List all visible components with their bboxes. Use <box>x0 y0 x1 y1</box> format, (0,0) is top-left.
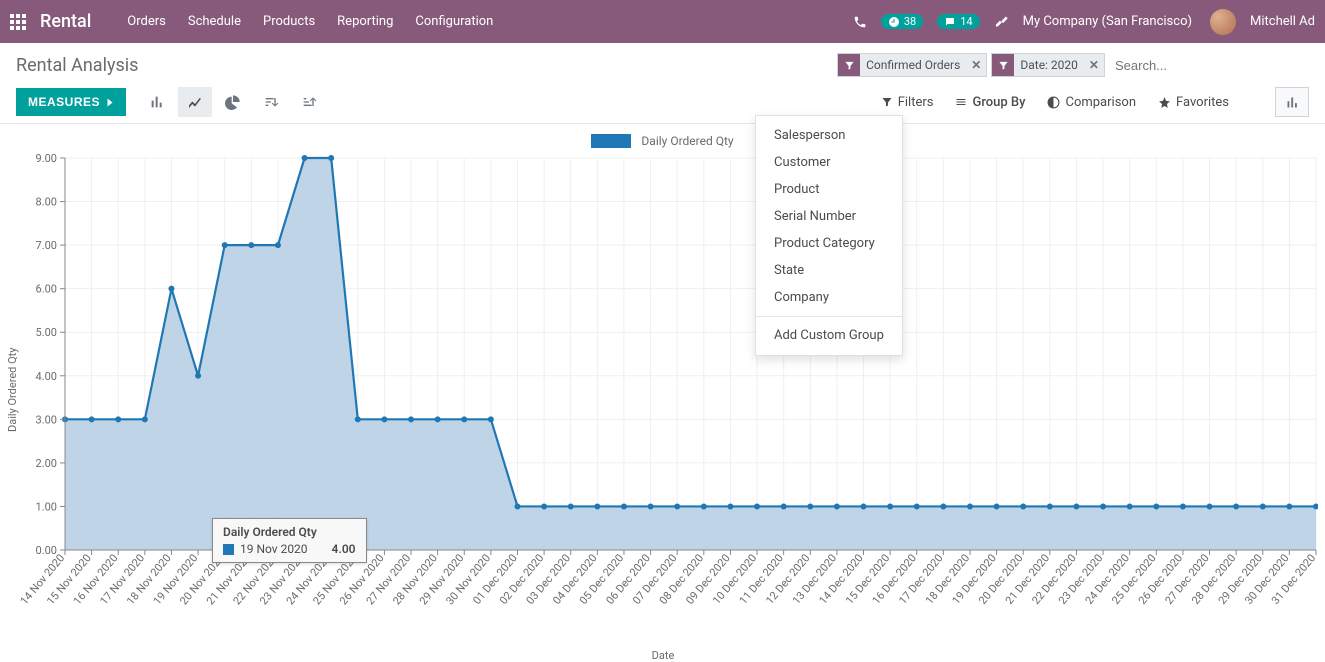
control-panel: Rental Analysis Confirmed Orders ✕ Date:… <box>0 43 1325 124</box>
svg-text:6.00: 6.00 <box>36 283 57 296</box>
groupby-product[interactable]: Product <box>756 176 902 203</box>
search-cluster: Confirmed Orders ✕ Date: 2020 ✕ <box>837 53 1309 77</box>
filters-label: Filters <box>898 95 934 110</box>
measures-button[interactable]: MEASURES <box>16 88 126 116</box>
nav-configuration[interactable]: Configuration <box>415 14 493 29</box>
list-icon <box>955 96 967 108</box>
line-chart-icon[interactable] <box>178 87 212 117</box>
svg-text:8.00: 8.00 <box>36 196 57 209</box>
svg-text:1.00: 1.00 <box>36 500 57 513</box>
groupby-customer[interactable]: Customer <box>756 149 902 176</box>
chat-icon <box>944 16 956 28</box>
facet-confirmed-orders: Confirmed Orders ✕ <box>837 53 987 77</box>
search-input[interactable] <box>1109 55 1309 76</box>
search-options: Filters Group By Comparison Favorites <box>881 87 1309 117</box>
clock-icon <box>888 16 900 28</box>
activity-badge[interactable]: 38 <box>881 14 923 29</box>
svg-text:4.00: 4.00 <box>36 370 57 383</box>
legend-label: Daily Ordered Qty <box>641 134 733 148</box>
apps-icon[interactable] <box>10 14 26 30</box>
nav-menu: Orders Schedule Products Reporting Confi… <box>127 14 853 29</box>
svg-text:9.00: 9.00 <box>36 152 57 165</box>
caret-icon <box>108 98 113 106</box>
view-switcher <box>1275 87 1309 117</box>
chat-badge[interactable]: 14 <box>937 14 979 29</box>
sort-desc-icon[interactable] <box>254 87 288 117</box>
groupby-serial-number[interactable]: Serial Number <box>756 203 902 230</box>
facet-label: Confirmed Orders <box>860 58 966 72</box>
groupby-state[interactable]: State <box>756 257 902 284</box>
tooltip-swatch <box>223 544 234 555</box>
nav-reporting[interactable]: Reporting <box>337 14 393 29</box>
area-chart: 0.001.002.003.004.005.006.007.008.009.00… <box>8 152 1318 632</box>
svg-text:3.00: 3.00 <box>36 413 57 426</box>
comparison-button[interactable]: Comparison <box>1047 95 1136 110</box>
groupby-add-custom[interactable]: Add Custom Group <box>756 322 902 349</box>
activity-count: 38 <box>904 15 916 28</box>
username[interactable]: Mitchell Ad <box>1250 14 1315 29</box>
page-title: Rental Analysis <box>16 55 138 76</box>
comparison-label: Comparison <box>1065 95 1136 110</box>
brand[interactable]: Rental <box>40 11 91 32</box>
facet-remove[interactable]: ✕ <box>1084 58 1104 72</box>
groupby-label: Group By <box>972 95 1025 110</box>
groupby-company[interactable]: Company <box>756 284 902 311</box>
funnel-icon <box>992 54 1014 76</box>
svg-text:2.00: 2.00 <box>36 457 57 470</box>
funnel-icon <box>838 54 860 76</box>
svg-text:5.00: 5.00 <box>36 326 57 339</box>
groupby-product-category[interactable]: Product Category <box>756 230 902 257</box>
chat-count: 14 <box>960 15 972 28</box>
svg-text:7.00: 7.00 <box>36 239 57 252</box>
sort-asc-icon[interactable] <box>292 87 326 117</box>
phone-icon[interactable] <box>853 15 867 29</box>
company-selector[interactable]: My Company (San Francisco) <box>1023 14 1192 29</box>
tooltip-title: Daily Ordered Qty <box>223 525 356 539</box>
groupby-dropdown: Salesperson Customer Product Serial Numb… <box>755 115 903 356</box>
star-icon <box>1158 96 1171 109</box>
nav-schedule[interactable]: Schedule <box>188 14 241 29</box>
topnav: Rental Orders Schedule Products Reportin… <box>0 0 1325 43</box>
tooltip-value: 4.00 <box>332 542 356 556</box>
groupby-salesperson[interactable]: Salesperson <box>756 122 902 149</box>
legend-swatch <box>591 134 631 148</box>
chart-tooltip: Daily Ordered Qty 19 Nov 2020 4.00 <box>212 518 367 563</box>
funnel-icon <box>881 96 893 108</box>
dropdown-separator <box>756 316 902 317</box>
facet-date-2020: Date: 2020 ✕ <box>991 53 1105 77</box>
chart-wrap: Daily Ordered Qty Daily Ordered Qty 0.00… <box>0 124 1325 652</box>
nav-right: 38 14 My Company (San Francisco) Mitchel… <box>853 9 1315 35</box>
avatar[interactable] <box>1210 9 1236 35</box>
nav-orders[interactable]: Orders <box>127 14 166 29</box>
nav-products[interactable]: Products <box>263 14 315 29</box>
facet-remove[interactable]: ✕ <box>966 58 986 72</box>
chart-type-icons <box>140 87 326 117</box>
tooltip-label: 19 Nov 2020 <box>240 542 308 556</box>
x-axis-label: Date <box>652 649 675 662</box>
chart-legend: Daily Ordered Qty <box>0 134 1325 148</box>
favorites-button[interactable]: Favorites <box>1158 95 1229 110</box>
groupby-button[interactable]: Group By <box>955 95 1025 110</box>
chart-area: Daily Ordered Qty 0.001.002.003.004.005.… <box>8 152 1318 652</box>
wrench-icon[interactable] <box>994 14 1009 29</box>
bar-chart-icon[interactable] <box>140 87 174 117</box>
measures-label: MEASURES <box>28 95 100 109</box>
pie-chart-icon[interactable] <box>216 87 250 117</box>
filters-button[interactable]: Filters <box>881 95 934 110</box>
facet-label: Date: 2020 <box>1014 58 1084 72</box>
favorites-label: Favorites <box>1176 95 1229 110</box>
contrast-icon <box>1047 96 1060 109</box>
graph-view-icon[interactable] <box>1275 87 1309 117</box>
